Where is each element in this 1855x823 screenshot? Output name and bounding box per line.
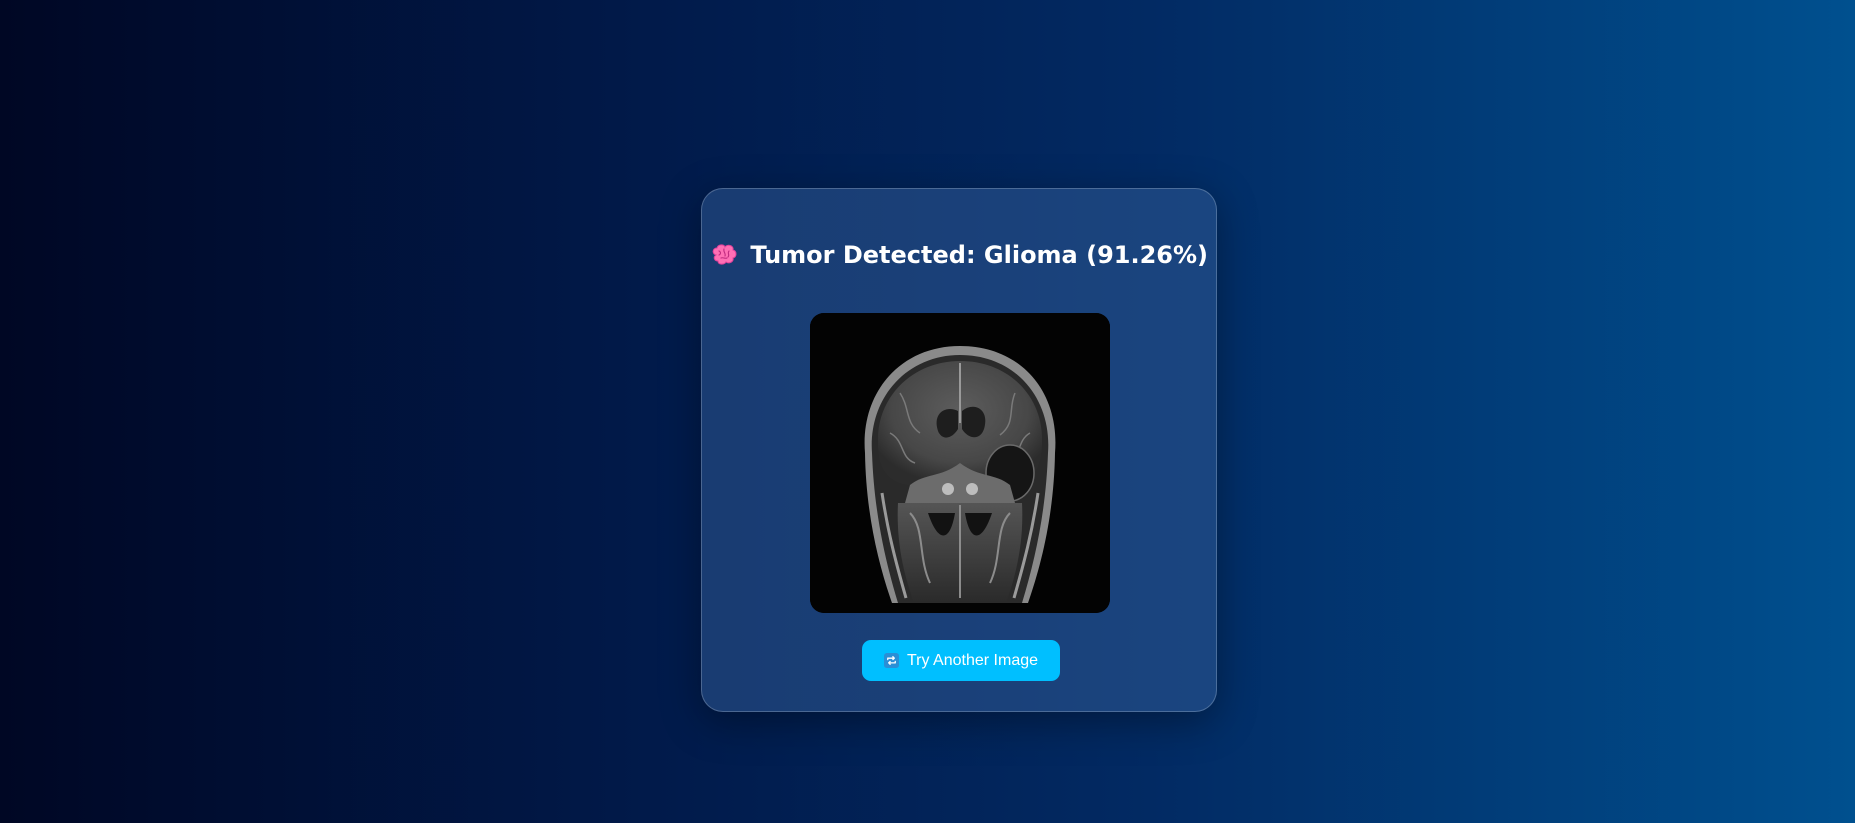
brain-icon	[712, 244, 737, 265]
page-background: { "result": { "title": "Tumor Detected: …	[0, 0, 1855, 823]
result-heading: Tumor Detected: Glioma (91.26%)	[702, 241, 1216, 269]
result-card: Tumor Detected: Glioma (91.26%) Try Anot…	[701, 188, 1217, 712]
repeat-icon	[883, 653, 899, 668]
try-another-image-button[interactable]: Try Another Image	[862, 640, 1060, 681]
mri-scan-graphic	[810, 313, 1110, 613]
mri-scan-image	[810, 313, 1110, 613]
result-title-text: Tumor Detected: Glioma (91.26%)	[750, 241, 1209, 269]
try-another-image-label: Try Another Image	[906, 651, 1039, 669]
